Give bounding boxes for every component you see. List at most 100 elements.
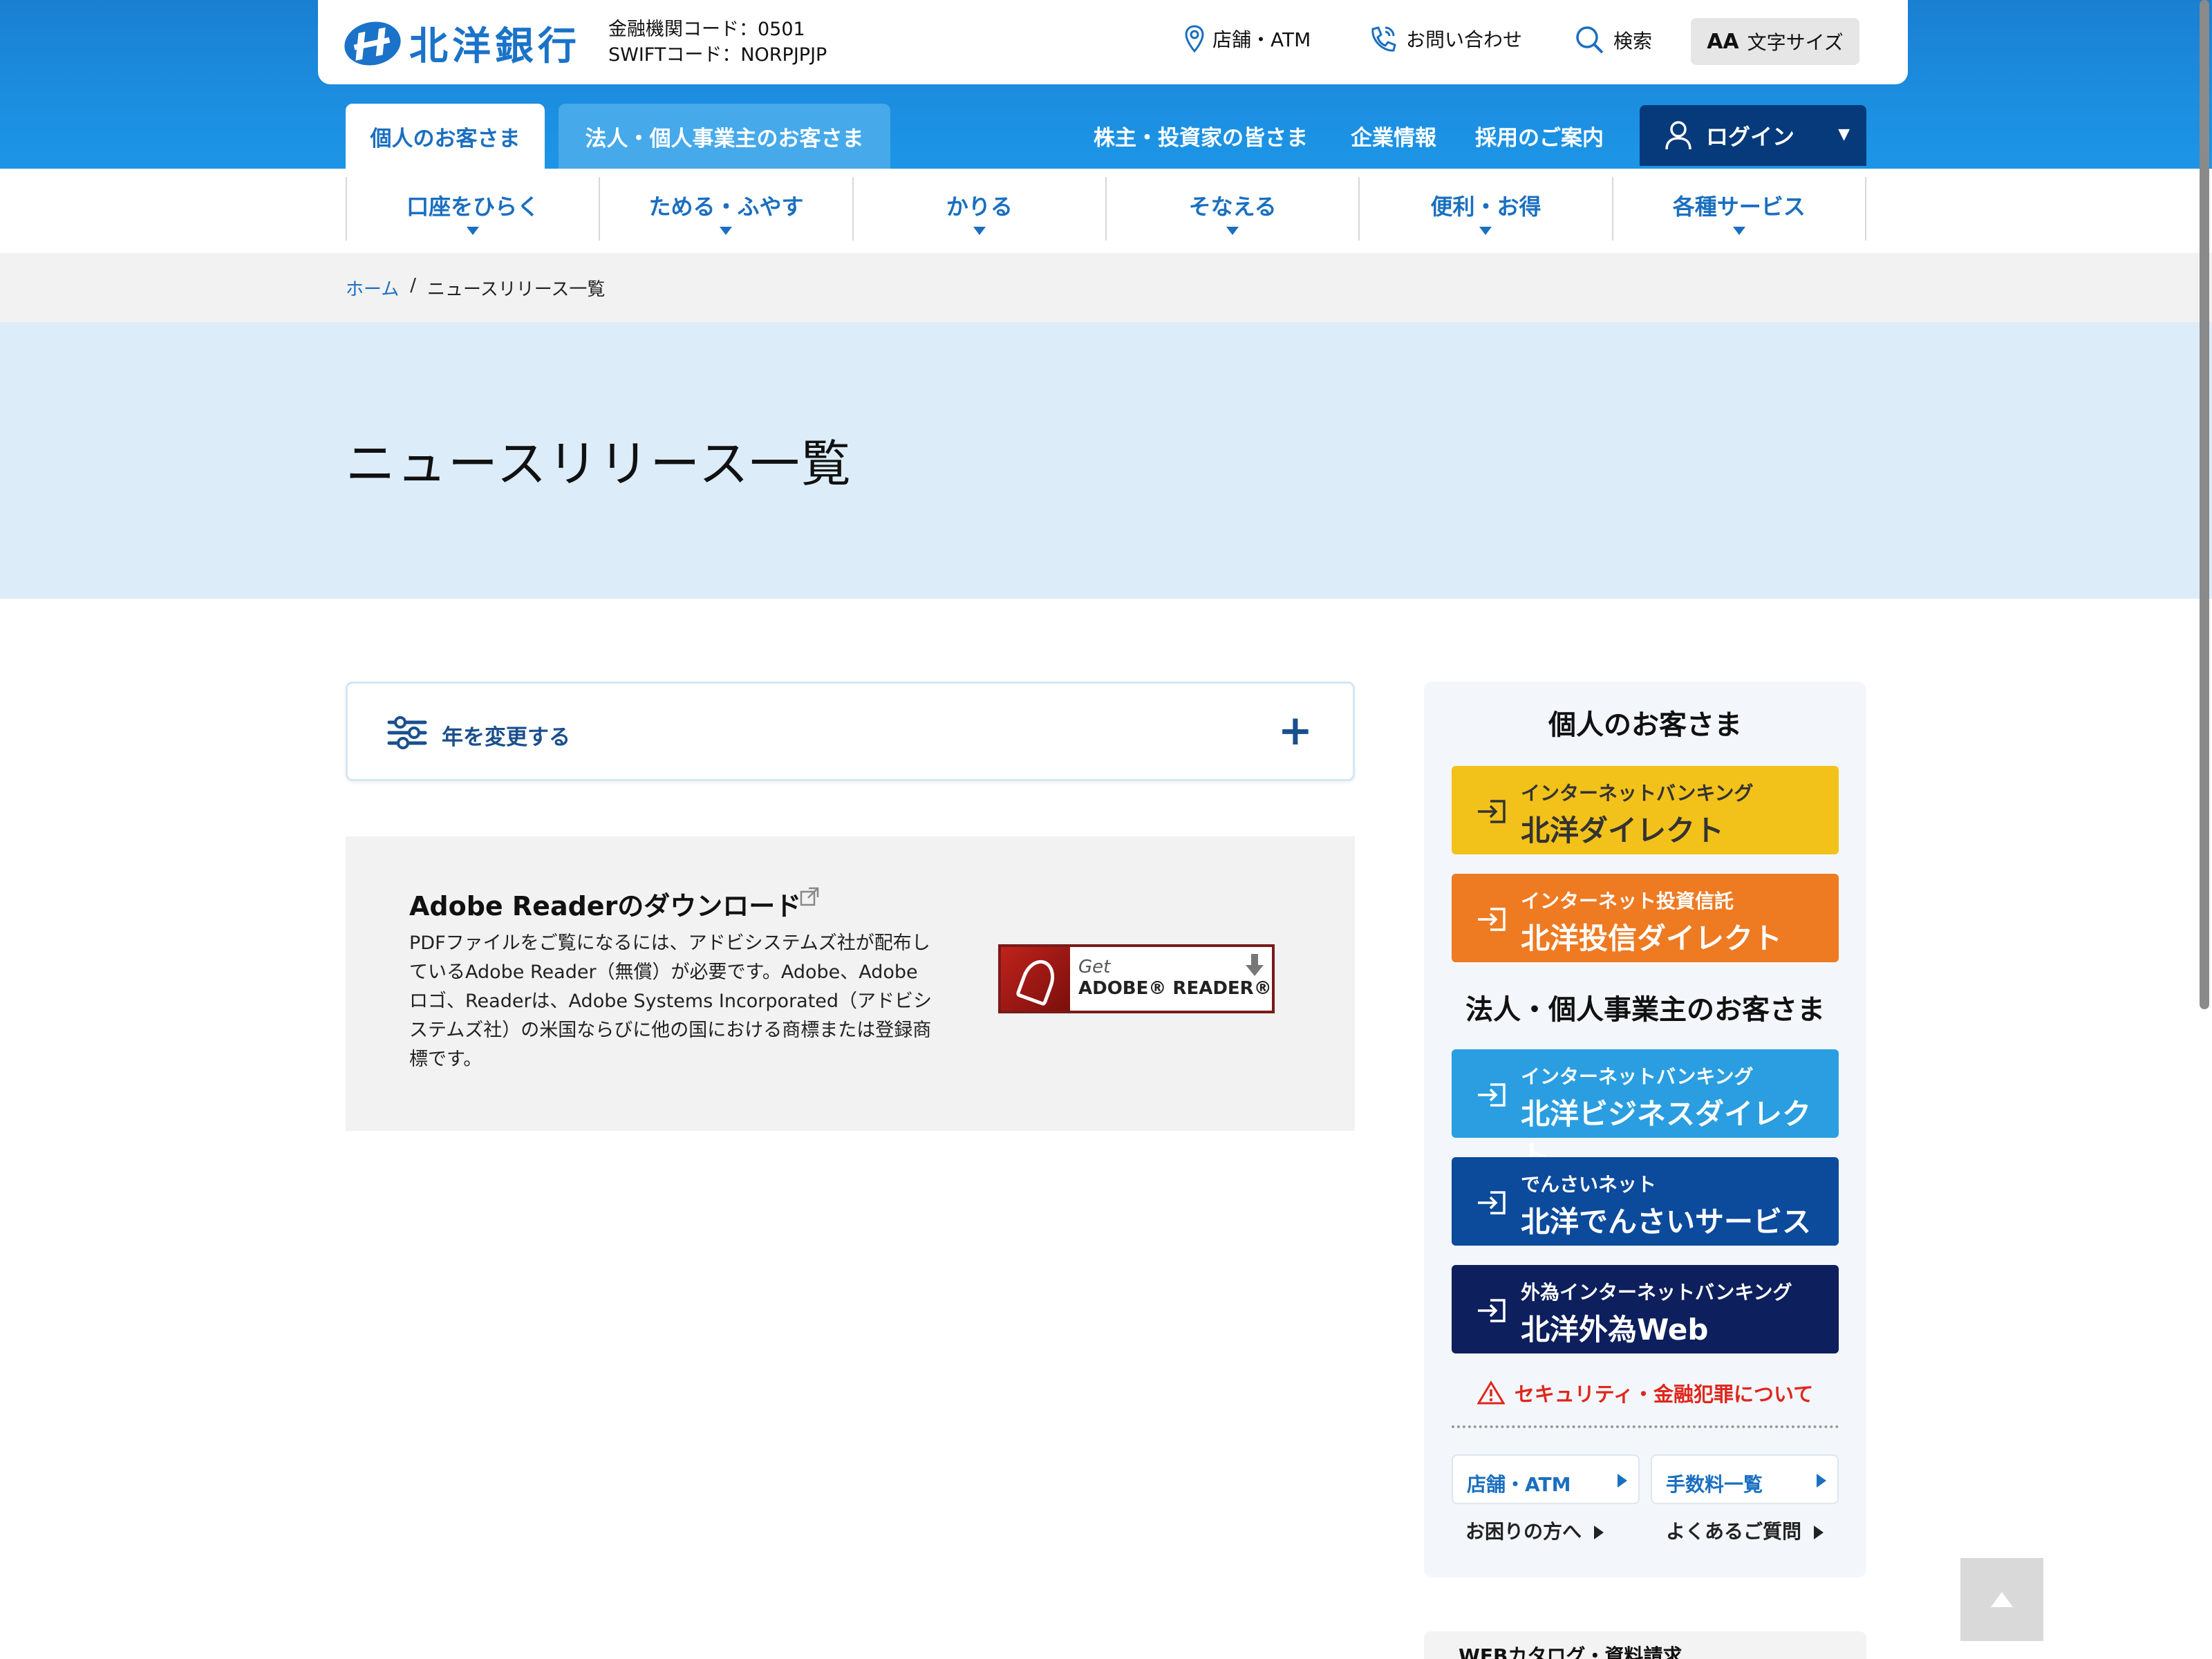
breadcrumb-band: [0, 253, 2212, 322]
logo-mark-icon: [340, 16, 405, 71]
download-arrow-icon: [1246, 954, 1264, 976]
investors-link[interactable]: 株主・投資家の皆さま: [1094, 120, 1308, 151]
warning-icon: [1477, 1380, 1505, 1405]
scrollbar[interactable]: [2200, 0, 2209, 1009]
security-label: セキュリティ・金融犯罪について: [1514, 1382, 1814, 1406]
search-icon: [1576, 26, 1604, 54]
login-label: ログイン: [1706, 124, 1795, 150]
adobe-reader-description: PDFファイルをご覧になるには、アドビシステムズ社が配布しているAdobe Re…: [409, 932, 932, 1070]
filter-icon: [387, 716, 427, 749]
swift-code: SWIFTコード：NORPJPJP: [608, 44, 827, 66]
button-title: 北洋投信ダイレクト: [1521, 921, 1783, 955]
bank-logo[interactable]: 北洋銀行: [340, 15, 581, 71]
external-link-icon: [800, 887, 819, 906]
user-icon: [1665, 121, 1691, 150]
side-heading-corporate: 法人・個人事業主のお客さま: [1465, 994, 1825, 1026]
logo-text: 北洋銀行: [409, 24, 581, 69]
store-atm-label: 店舗・ATM: [1212, 28, 1311, 51]
get-adobe-reader-badge[interactable]: Get ADOBE® READER®: [998, 944, 1275, 1013]
button-subtitle: インターネット投資信託: [1521, 890, 1734, 912]
button-subtitle: 外為インターネットバンキング: [1521, 1281, 1792, 1304]
enter-icon: [1478, 1299, 1506, 1322]
button-subtitle: でんさいネット: [1521, 1173, 1657, 1196]
button-subtitle: インターネットバンキング: [1521, 782, 1754, 805]
breadcrumb-home[interactable]: ホーム: [346, 275, 399, 301]
bank-codes: 金融機関コード：0501 SWIFTコード：NORPJPJP: [608, 17, 827, 68]
dotted-divider: [1452, 1425, 1839, 1428]
enter-icon: [1478, 908, 1506, 931]
gnav-open-account[interactable]: 口座をひらく: [346, 177, 599, 241]
side-heading-personal: 個人のお客さま: [1548, 709, 1742, 741]
store-atm-link[interactable]: 店舗・ATM: [1185, 25, 1311, 53]
arrow-up-icon: [1991, 1592, 2013, 1607]
faq-label: よくあるご質問: [1666, 1520, 1802, 1543]
faq-link[interactable]: よくあるご質問: [1666, 1517, 1824, 1544]
caret-down-icon: [1226, 227, 1239, 235]
arrow-right-icon: [1594, 1526, 1604, 1539]
year-selector[interactable]: 年を変更する +: [346, 682, 1355, 781]
store-atm-button-label: 店舗・ATM: [1467, 1473, 1571, 1496]
store-atm-button[interactable]: 店舗・ATM: [1452, 1454, 1640, 1504]
button-title: 北洋外為Web: [1521, 1313, 1709, 1347]
hokuyo-toshin-direct-button[interactable]: インターネット投資信託 北洋投信ダイレクト: [1452, 874, 1839, 962]
pin-icon: [1185, 25, 1204, 53]
plus-icon: +: [1277, 706, 1313, 755]
tab-corporate[interactable]: 法人・個人事業主のお客さま: [559, 104, 890, 169]
tab-personal[interactable]: 個人のお客さま: [346, 104, 545, 169]
enter-icon: [1478, 1083, 1506, 1107]
hokuyo-direct-button[interactable]: インターネットバンキング 北洋ダイレクト: [1452, 766, 1839, 854]
button-subtitle: インターネットバンキング: [1521, 1065, 1754, 1088]
adobe-logo-icon: [1001, 947, 1070, 1011]
page-title: ニュースリリース一覧: [346, 435, 852, 493]
catalog-label: WEBカタログ・資料請求: [1459, 1644, 1683, 1659]
hokuyo-densai-button[interactable]: でんさいネット 北洋でんさいサービス: [1452, 1157, 1839, 1246]
contact-label: お問い合わせ: [1406, 28, 1523, 51]
bank-code: 金融機関コード：0501: [608, 19, 805, 40]
company-info-link[interactable]: 企業情報: [1351, 120, 1436, 151]
gnav-save-invest[interactable]: ためる・ふやす: [599, 177, 852, 241]
security-link[interactable]: セキュリティ・金融犯罪について: [1424, 1378, 1866, 1407]
caret-down-icon: [1479, 227, 1492, 235]
hokuyo-business-direct-button[interactable]: インターネットバンキング 北洋ビジネスダイレクト: [1452, 1049, 1839, 1173]
login-button[interactable]: ログイン ▼: [1640, 105, 1866, 166]
button-title: 北洋でんさいサービス: [1521, 1205, 1812, 1239]
fees-button[interactable]: 手数料一覧: [1651, 1454, 1839, 1504]
gnav-insure[interactable]: そなえる: [1105, 177, 1358, 241]
fees-button-label: 手数料一覧: [1666, 1473, 1763, 1496]
font-size-label: 文字サイズ: [1747, 31, 1844, 54]
year-selector-label: 年を変更する: [442, 725, 570, 750]
hero-band: [0, 322, 2212, 599]
caret-down-icon: [467, 227, 480, 235]
enter-icon: [1478, 800, 1506, 823]
breadcrumb-current: ニュースリリース一覧: [427, 279, 606, 300]
adobe-reader-title[interactable]: Adobe Readerのダウンロード: [409, 885, 801, 923]
search-link[interactable]: 検索: [1575, 25, 1652, 55]
search-label: 検索: [1613, 30, 1653, 53]
recruit-link[interactable]: 採用のご案内: [1475, 120, 1604, 151]
button-title: 北洋ダイレクト: [1521, 814, 1725, 847]
hokuyo-gaitame-web-button[interactable]: 外為インターネットバンキング 北洋外為Web: [1452, 1265, 1839, 1353]
caret-down-icon: [1732, 227, 1745, 235]
gnav-borrow[interactable]: かりる: [852, 177, 1105, 241]
caret-down-icon: [973, 227, 986, 235]
gnav-benefits[interactable]: 便利・お得: [1358, 177, 1611, 241]
caret-down-icon: [720, 227, 733, 235]
arrow-right-icon: [1618, 1474, 1627, 1488]
scroll-to-top-button[interactable]: [1960, 1558, 2043, 1641]
breadcrumb-separator: /: [410, 275, 416, 296]
enter-icon: [1478, 1191, 1506, 1215]
contact-link[interactable]: お問い合わせ: [1367, 25, 1522, 53]
gnav-services[interactable]: 各種サービス: [1611, 177, 1866, 241]
help-link[interactable]: お困りの方へ: [1465, 1517, 1604, 1544]
badge-get-text: Get: [1078, 957, 1111, 977]
chevron-down-icon: ▼: [1838, 126, 1850, 143]
breadcrumb: ホーム / ニュースリリース一覧: [346, 275, 605, 301]
arrow-right-icon: [1814, 1526, 1824, 1539]
font-size-button[interactable]: AA 文字サイズ: [1691, 18, 1859, 65]
font-size-icon: AA: [1707, 29, 1739, 54]
help-label: お困りの方へ: [1465, 1520, 1582, 1543]
badge-reader-text: ADOBE® READER®: [1078, 978, 1272, 999]
header-card: 北洋銀行 金融機関コード：0501 SWIFTコード：NORPJPJP 店舗・A…: [318, 0, 1908, 84]
catalog-request-link[interactable]: WEBカタログ・資料請求: [1424, 1631, 1866, 1659]
arrow-right-icon: [1817, 1474, 1826, 1488]
